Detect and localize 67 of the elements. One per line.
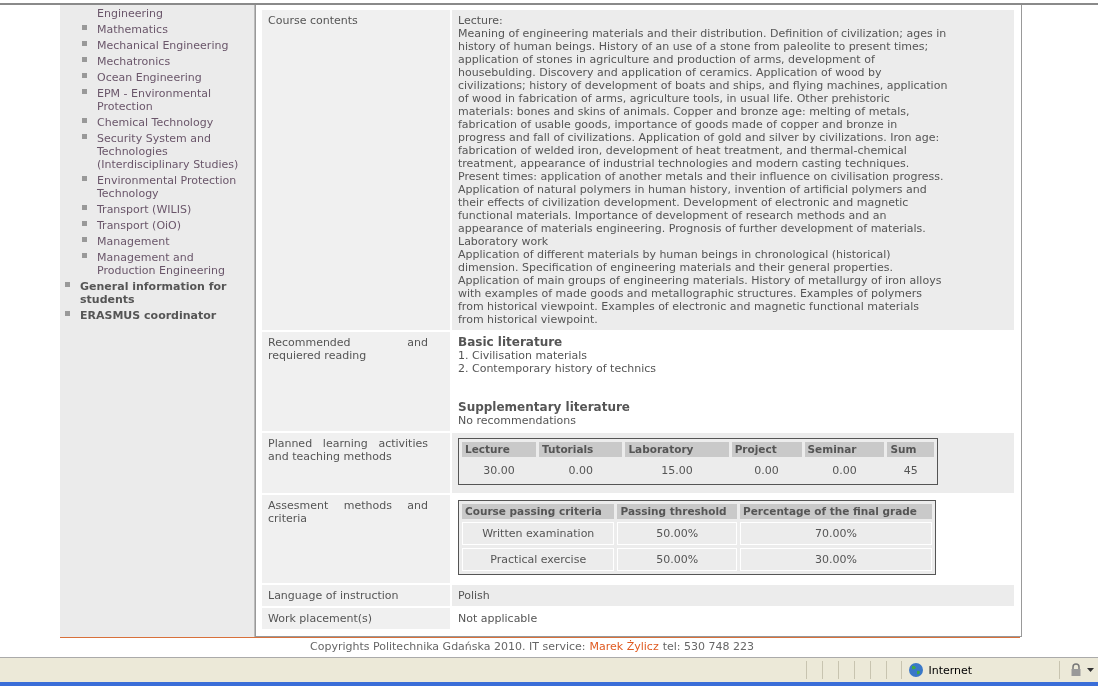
zone-label: Internet <box>928 663 973 677</box>
bullet-icon <box>82 24 87 30</box>
caret-icon <box>1086 668 1094 672</box>
bullet-icon <box>82 88 87 94</box>
bullet-icon <box>82 40 87 46</box>
sidebar-link[interactable]: Mechanical Engineering <box>97 38 247 52</box>
bullet-icon <box>65 281 70 287</box>
bullet-icon <box>65 310 70 316</box>
literature-item: No recommendations <box>458 413 577 427</box>
bullet-icon <box>82 236 87 242</box>
sidebar-link[interactable]: Mechatronics <box>97 54 247 68</box>
course-text: Meaning of engineering materials and their distribution. Definition of civilization; ages in history of human beings. History of an use of a stone from paleolite to present times; application of stones in agriculture and production of arms, development of housebulding. Discovery and application of ceramics. Application of wood by civilizations; history of development of boats and ships, and flying machines, application of wood in fabrication of arms, agriculture tools, in usual life. Other prehistoric materials: bones and skins of animals. Copper and bronze age: melting of metals, fabrication of usable goods, importance of goods made of copper and bronze in progress and fall of civilizations. Application of gold and silver by civilizations. Iron age: fabrication of welded iron, development of heat treatment, and thermal-chemical treatment, appearance of industrial technologies and modern casting techniques. Present times: application of another metals and their influence on civilisation progress. Application of natural polymers in human history, invention of artificial polymers and their effects of civilization development. Development of electronic and magnetic functional materials. Importance of development of research methods and an appearance of materials engineering. Prognosis of further development of materials. <box>458 26 948 235</box>
field-label: Language of instruction <box>268 588 400 602</box>
column-header: Passing threshold <box>617 503 738 519</box>
column-header: Laboratory <box>625 441 729 457</box>
field-label: Course contents <box>268 13 359 27</box>
field-label: Work placement(s) <box>268 611 374 625</box>
bullet-icon <box>82 56 87 62</box>
table-cell: Practical exercise <box>462 547 615 571</box>
bullet-icon <box>82 252 87 258</box>
column-header: Course passing criteria <box>462 503 615 519</box>
table-cell: 70.00% <box>740 521 932 545</box>
sidebar-link[interactable]: Management and Production Engineering <box>97 250 247 277</box>
sidebar-link[interactable]: Transport (WILIS) <box>97 202 247 216</box>
table-cell: 30.00% <box>740 547 932 571</box>
course-text: Lecture: <box>458 13 504 27</box>
sidebar-link[interactable]: Ocean Engineering <box>97 70 247 84</box>
bullet-icon <box>82 175 87 181</box>
course-text: Laboratory work <box>458 234 550 248</box>
table-cell: 50.00% <box>617 521 738 545</box>
bullet-icon <box>82 204 87 210</box>
column-header: Project <box>731 441 802 457</box>
sidebar-link[interactable]: Transport (OiO) <box>97 218 247 232</box>
section-heading: Basic literature <box>458 335 564 349</box>
column-header: Tutorials <box>538 441 623 457</box>
bullet-icon <box>82 220 87 226</box>
bullet-icon <box>82 117 87 123</box>
bullet-icon <box>82 72 87 78</box>
column-header: Lecture <box>462 441 536 457</box>
literature-item: 1. Civilisation materials <box>458 348 589 362</box>
sidebar-link[interactable]: Management <box>97 234 247 248</box>
copyright-text: Copyrights Politechnika Gdańska 2010. IT service: <box>310 640 586 654</box>
sidebar-link[interactable]: Mathematics <box>97 22 247 36</box>
field-label: Recommended and requiered reading <box>268 335 428 362</box>
course-text: Application of different materials by human beings in chronological (historical) dimension. Specification of engineering materials and their general properties. Application of main groups of engineering materials. History of metallurgy of iron alloys with examples of made goods and metallographic structures. Examples of polymers from historical viewpoint. Examples of electronic and magnetic functional materials from historical viewpoint. <box>458 247 943 326</box>
bullet-icon <box>82 133 87 139</box>
column-header: Sum <box>887 441 934 457</box>
table-cell: 50.00% <box>617 547 738 571</box>
sidebar-link[interactable]: EPM - Environmental Protection <box>97 86 247 113</box>
sidebar-link[interactable]: General information for students <box>80 279 240 306</box>
column-header: Percentage of the final grade <box>740 503 932 519</box>
field-value: Not applicable <box>458 611 539 625</box>
globe-icon <box>908 662 925 678</box>
sidebar-link[interactable]: Security System and Technologies (Interdisciplinary Studies) <box>97 131 247 171</box>
sidebar-link[interactable]: Engineering <box>97 6 247 20</box>
literature-item: 2. Contemporary history of technics <box>458 361 657 375</box>
section-heading: Supplementary literature <box>458 400 631 414</box>
author-link[interactable]: Marek Żylicz <box>589 640 659 654</box>
sidebar-link[interactable]: ERASMUS coordinator <box>80 308 240 322</box>
column-header: Seminar <box>804 441 885 457</box>
table-cell: Written examination <box>462 521 615 545</box>
field-label: Assesment methods and criteria <box>268 498 428 525</box>
field-value: Polish <box>458 588 491 602</box>
field-label: Planned learning activities and teaching methods <box>268 436 428 463</box>
phone-text: tel: 530 748 223 <box>662 640 754 654</box>
sidebar-link[interactable]: Environmental Protection Technology <box>97 173 247 200</box>
sidebar-link[interactable]: Chemical Technology <box>97 115 247 129</box>
